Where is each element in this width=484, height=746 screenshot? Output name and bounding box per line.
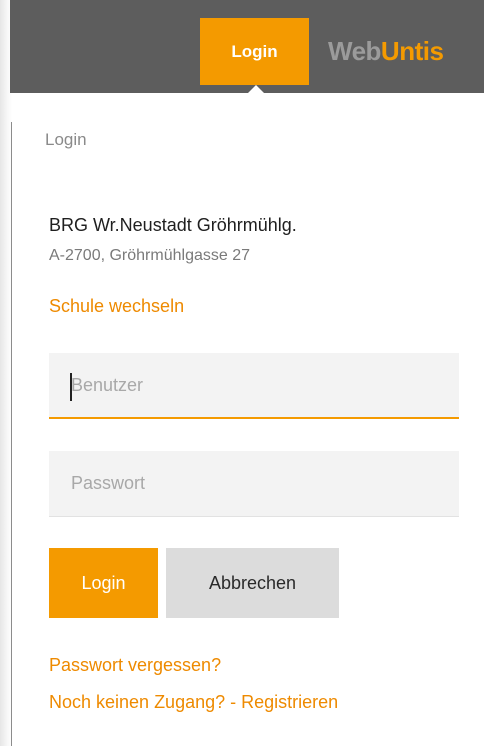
forgot-password-link[interactable]: Passwort vergessen? — [49, 655, 221, 676]
login-tab-button[interactable]: Login — [200, 18, 309, 85]
login-panel — [13, 93, 484, 746]
brand-web-text: Web — [328, 36, 381, 66]
page-title: Login — [45, 130, 87, 149]
window-left-edge — [0, 0, 12, 746]
username-input[interactable] — [49, 353, 459, 419]
login-button[interactable]: Login — [49, 548, 158, 618]
brand-untis-text: Untis — [380, 36, 444, 66]
panel-pointer-arrow — [236, 85, 276, 105]
cancel-button[interactable]: Abbrechen — [166, 548, 339, 618]
register-link[interactable]: Noch keinen Zugang? - Registrieren — [49, 692, 338, 713]
webuntis-logo: WebUntis — [328, 34, 444, 68]
text-cursor — [70, 373, 72, 401]
school-name: BRG Wr.Neustadt Gröhrmühlg. — [49, 215, 297, 235]
password-input[interactable] — [49, 451, 459, 517]
school-address: A-2700, Gröhrmühlgasse 27 — [49, 247, 250, 264]
switch-school-link[interactable]: Schule wechseln — [49, 296, 184, 317]
